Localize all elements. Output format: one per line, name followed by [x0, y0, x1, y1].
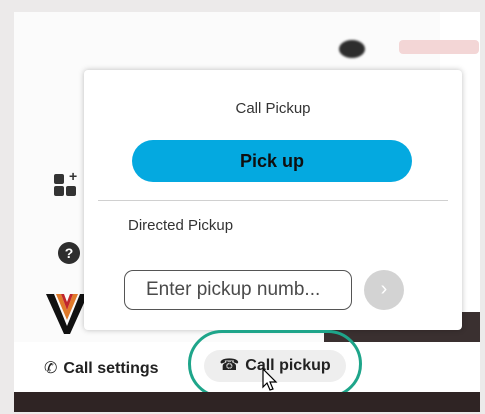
background-badge: [399, 40, 479, 54]
call-settings-button[interactable]: ✆ Call settings: [44, 358, 159, 378]
call-settings-icon: ✆: [44, 360, 58, 377]
pickup-number-input[interactable]: Enter pickup numb...: [124, 270, 352, 310]
help-icon[interactable]: ?: [58, 242, 80, 264]
apps-add-icon[interactable]: +: [54, 168, 80, 198]
app-window: + ? Call Pickup Pick up Directed Pickup …: [14, 12, 480, 412]
pick-up-button[interactable]: Pick up: [132, 140, 412, 182]
chevron-right-icon: ›: [380, 278, 388, 300]
call-pickup-popup: Call Pickup Pick up Directed Pickup Ente…: [84, 70, 462, 330]
directed-pickup-label: Directed Pickup: [128, 217, 234, 234]
cursor-icon: [262, 368, 278, 391]
popup-title: Call Pickup: [235, 100, 311, 117]
background-avatar: [339, 40, 365, 58]
submit-pickup-button[interactable]: ›: [364, 270, 404, 310]
bottom-strip: [14, 392, 480, 412]
call-settings-label: Call settings: [63, 360, 159, 377]
divider: [98, 200, 448, 201]
